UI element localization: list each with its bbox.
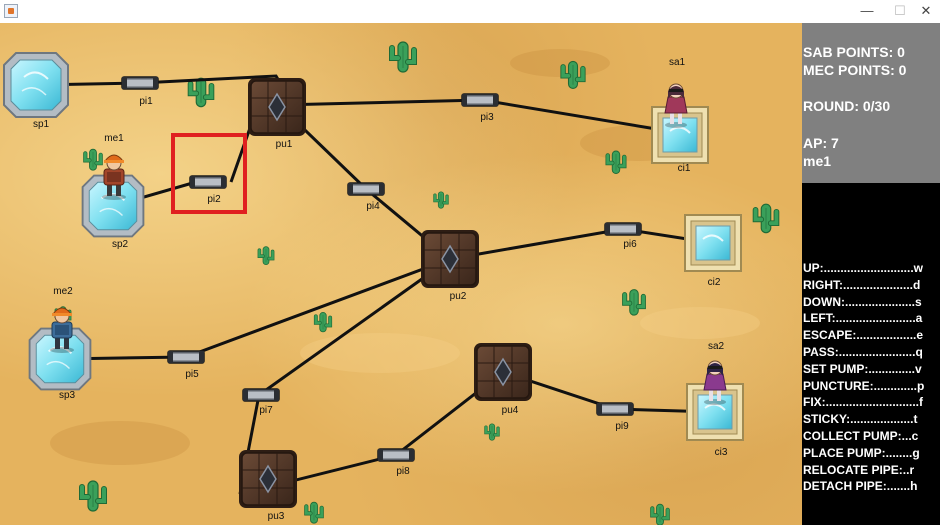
key-binding-sticky: STICKY:...................t <box>803 412 918 427</box>
key-binding-place-pump: PLACE PUMP:........g <box>803 445 920 460</box>
pump-pu2[interactable]: pu2 <box>420 229 480 302</box>
pipe-label: pi6 <box>623 239 637 250</box>
player-label: sa2 <box>708 341 725 352</box>
pipe-label: pi8 <box>396 466 410 477</box>
spring-label: sp2 <box>112 239 129 250</box>
pipe-pi3[interactable]: pi3 <box>461 93 499 123</box>
spring-label: sp3 <box>59 390 76 401</box>
pump-pu1[interactable]: pu1 <box>247 77 307 150</box>
key-binding-set-pump: SET PUMP:..............v <box>803 361 922 376</box>
pipe-pi2[interactable]: pi2 <box>189 175 227 205</box>
pipe-pi5[interactable]: pi5 <box>167 350 205 380</box>
key-binding-up: UP:...........................w <box>803 261 924 275</box>
pipe-label: pi9 <box>615 421 629 432</box>
pump-pu4[interactable]: pu4 <box>473 342 533 416</box>
key-binding-fix: FIX:............................f <box>803 395 924 410</box>
status-panel: SAB POINTS: 0 MEC POINTS: 0 ROUND: 0/30 … <box>802 23 940 183</box>
pipe-pi9[interactable]: pi9 <box>596 402 634 432</box>
pipe-label: pi7 <box>259 405 273 416</box>
pipe-label: pi1 <box>139 96 153 107</box>
pipe-label: pi4 <box>366 201 380 212</box>
spring-label: sp1 <box>33 119 50 130</box>
key-binding-relocate-pipe: RELOCATE PIPE:..r <box>803 462 915 477</box>
pump-pu3[interactable]: pu3 <box>238 449 298 522</box>
spring-sp1[interactable]: sp1 <box>3 52 69 130</box>
sab-points: SAB POINTS: 0 <box>803 44 905 60</box>
pump-label: pu4 <box>502 405 519 416</box>
pipe-pi1[interactable]: pi1 <box>121 76 159 107</box>
close-button[interactable]: ✕ <box>912 1 940 21</box>
pipe-pi8[interactable]: pi8 <box>377 448 415 477</box>
cistern-label: ci3 <box>715 447 728 458</box>
pipe-label: pi2 <box>207 194 221 205</box>
key-binding-collect-pump: COLLECT PUMP:...c <box>803 428 919 443</box>
pump-label: pu1 <box>276 139 293 150</box>
pump-label: pu2 <box>450 291 467 302</box>
key-binding-escape: ESCAPE:..................e <box>803 328 924 343</box>
java-app-icon <box>4 4 18 18</box>
mec-points: MEC POINTS: 0 <box>803 62 907 78</box>
cistern-ci2[interactable]: ci2 <box>684 214 742 288</box>
pipe-pi4[interactable]: pi4 <box>347 182 385 212</box>
maximize-button: ☐ <box>894 3 906 18</box>
cistern-ci3[interactable]: ci3 <box>686 383 744 458</box>
window-titlebar: — ☐ ✕ <box>0 0 940 24</box>
pipe-label: pi3 <box>480 112 494 123</box>
key-binding-pass: PASS:.......................q <box>803 344 923 359</box>
minimize-button[interactable]: — <box>853 1 881 21</box>
cistern-label: ci1 <box>678 163 691 174</box>
player-label: me2 <box>53 286 73 297</box>
current-player: me1 <box>803 153 832 169</box>
spring-sp2[interactable]: sp2 <box>81 174 145 250</box>
cistern-label: ci2 <box>708 277 721 288</box>
key-binding-left: LEFT:........................a <box>803 311 923 326</box>
pipe-pi7[interactable]: pi7 <box>242 388 280 416</box>
pipe-label: pi5 <box>185 369 199 380</box>
player-label: sa1 <box>669 57 686 68</box>
game-board[interactable]: pi1 pi2 pi3 pi4 pi5 pi6 pi7 pi8 pi9 sp1 … <box>0 23 802 525</box>
key-bindings-list: UP:...........................w RIGHT:..… <box>803 260 939 495</box>
key-binding-down: DOWN:.....................s <box>803 294 922 309</box>
key-binding-puncture: PUNCTURE:.............p <box>803 378 925 393</box>
round-counter: ROUND: 0/30 <box>803 98 891 114</box>
pump-label: pu3 <box>268 511 285 522</box>
key-binding-right: RIGHT:.....................d <box>803 277 921 292</box>
player-label: me1 <box>104 133 124 144</box>
pipe-pi6[interactable]: pi6 <box>604 222 642 250</box>
info-sidebar: SAB POINTS: 0 MEC POINTS: 0 ROUND: 0/30 … <box>802 23 940 525</box>
action-points: AP: 7 <box>803 135 839 151</box>
key-binding-detach-pipe: DETACH PIPE:.......h <box>803 479 918 494</box>
